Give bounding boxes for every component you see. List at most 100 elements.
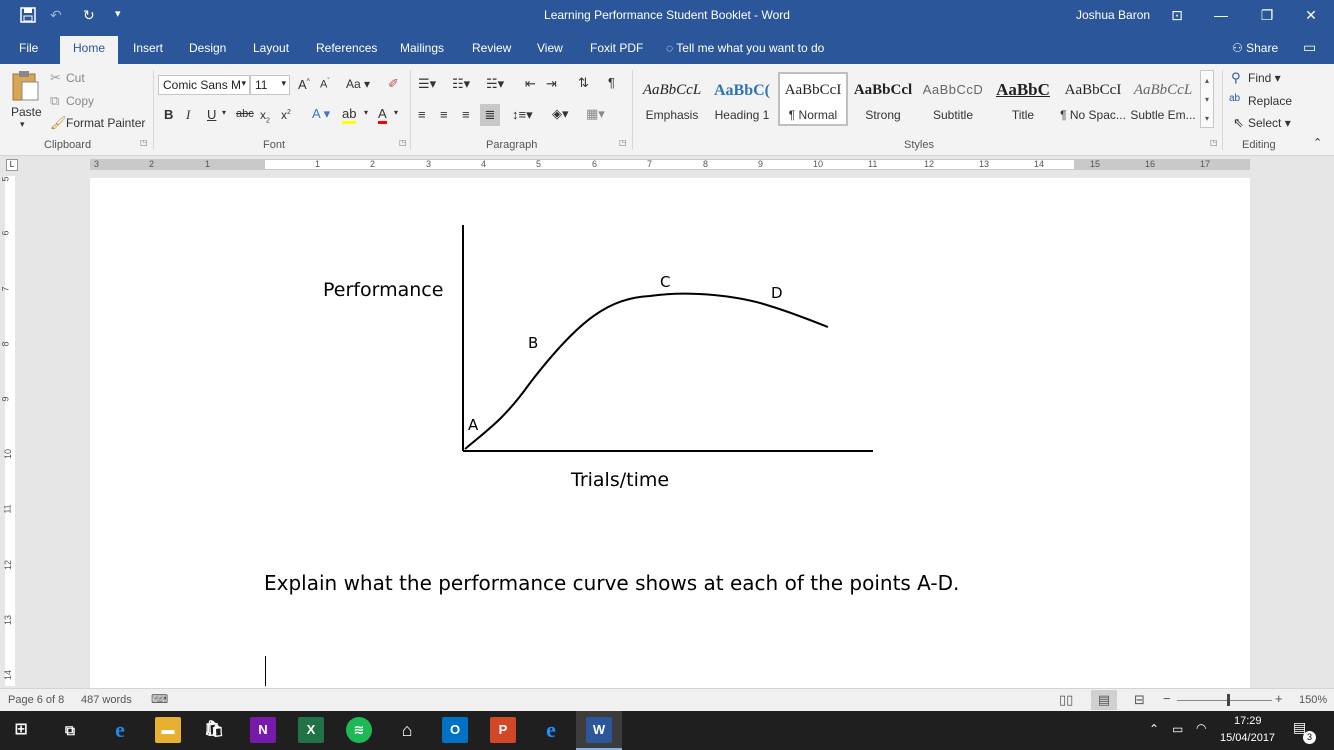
chevron-up-icon[interactable]: ⌃ [1149,722,1159,736]
chevron-down-icon[interactable]: ▾ [222,108,226,117]
print-layout-icon[interactable]: ▤ [1091,690,1117,710]
align-right-icon[interactable]: ≡ [462,107,470,122]
windows-start-icon[interactable]: ⊞ [8,717,34,743]
format-painter-button[interactable]: Format Painter [66,116,145,130]
wifi-icon[interactable]: ◠ [1196,721,1206,735]
outlook-icon[interactable]: O [442,717,468,743]
replace-button[interactable]: Replace [1248,94,1292,108]
style-emphasis[interactable]: AaBbCcL Emphasis [637,72,707,126]
tab-insert[interactable]: Insert [133,41,163,55]
edge-icon[interactable]: e [107,717,133,743]
bullets-icon[interactable]: ☰▾ [418,76,436,92]
share-button[interactable]: ⚇ Share [1232,41,1278,55]
sort-icon[interactable]: ⇅ [578,75,589,91]
shading-icon[interactable]: ◈▾ [552,106,569,122]
clock-date[interactable]: 15/04/2017 [1220,732,1275,744]
zoom-level[interactable]: 150% [1299,694,1327,706]
change-case-button[interactable]: Aa ▾ [346,77,370,91]
style-subtitle[interactable]: AaBbCcD Subtitle [918,72,988,126]
style-no-spacing[interactable]: AaBbCcI ¶ No Spac... [1058,72,1128,126]
tell-me-box[interactable]: ◌ Tell me what you want to do [666,41,824,55]
font-color-icon[interactable]: A [378,106,387,124]
find-button[interactable]: Find ▾ [1248,71,1281,85]
word-count[interactable]: 487 words [81,694,132,706]
dialog-launcher-icon[interactable]: ◳ [399,138,407,147]
store-icon[interactable]: 🛍 [201,717,227,743]
chevron-down-icon[interactable]: ▾ [364,108,368,117]
horizontal-ruler[interactable]: L 3 2 1 1 2 3 4 5 6 7 8 9 10 11 12 13 14 15 16 17 [0,157,1334,172]
tab-mailings[interactable]: Mailings [400,41,444,55]
grow-font-icon[interactable]: A^ [298,77,310,92]
ribbon-display-icon[interactable]: ⊡ [1154,0,1200,32]
task-view-icon[interactable]: ⧉ [57,717,83,743]
zoom-in-icon[interactable]: + [1275,691,1283,706]
show-formatting-icon[interactable]: ¶ [608,75,615,90]
dialog-launcher-icon[interactable]: ◳ [1210,138,1218,147]
italic-icon[interactable]: I [186,107,190,123]
shrink-font-icon[interactable]: Aˇ [320,78,330,91]
home-icon[interactable]: ⌂ [394,717,420,743]
style-normal[interactable]: AaBbCcI ¶ Normal [778,72,848,126]
select-button[interactable]: Select ▾ [1248,116,1291,130]
font-size-combo[interactable]: 11 ▾ [250,75,290,95]
chevron-down-icon[interactable]: ▾ [394,108,398,117]
tab-layout[interactable]: Layout [253,41,289,55]
multilevel-list-icon[interactable]: ☵▾ [486,76,504,92]
style-subtle-emphasis[interactable]: AaBbCcL Subtle Em... [1128,72,1198,126]
collapse-ribbon-icon[interactable]: ⌃ [1313,136,1322,149]
paste-dropdown-icon[interactable]: ▾ [20,119,25,130]
zoom-slider[interactable] [1177,700,1272,701]
onenote-icon[interactable]: N [250,717,276,743]
bold-icon[interactable]: B [164,107,173,122]
zoom-slider-thumb[interactable] [1227,694,1230,706]
clock-time[interactable]: 17:29 [1234,715,1262,727]
tab-references[interactable]: References [316,41,377,55]
superscript-icon[interactable]: x2 [281,108,291,122]
dialog-launcher-icon[interactable]: ◳ [619,138,627,147]
comments-icon[interactable]: ▭ [1303,39,1316,56]
tab-file[interactable]: File [19,41,38,55]
restore-icon[interactable]: ❐ [1244,0,1290,32]
excel-icon[interactable]: X [298,717,324,743]
tab-foxit-pdf[interactable]: Foxit PDF [590,41,643,55]
increase-indent-icon[interactable]: ⇥ [546,76,557,92]
word-taskbar-button[interactable]: W [576,711,622,750]
strikethrough-icon[interactable]: abc [236,108,254,120]
paste-button[interactable]: Paste [11,105,42,119]
battery-icon[interactable]: ▭ [1172,722,1183,736]
clear-formatting-icon[interactable]: ✐ [388,76,399,92]
read-mode-icon[interactable]: ▯▯ [1059,692,1073,708]
subscript-icon[interactable]: x2 [260,108,270,124]
cut-button[interactable]: Cut [66,71,85,85]
paste-icon[interactable] [10,70,42,104]
align-left-icon[interactable]: ≡ [418,107,426,122]
tab-review[interactable]: Review [472,41,511,55]
close-icon[interactable]: ✕ [1288,0,1334,32]
vertical-ruler[interactable]: 5 6 7 8 9 10 11 12 13 14 [0,172,18,688]
decrease-indent-icon[interactable]: ⇤ [525,76,536,92]
tab-home[interactable]: Home [60,36,119,64]
internet-explorer-icon[interactable]: e [538,717,564,743]
underline-icon[interactable]: U [207,107,216,122]
web-layout-icon[interactable]: ⊟ [1134,692,1145,708]
document-page[interactable]: Performance Trials/time A B C D Explain … [90,178,1250,688]
numbering-icon[interactable]: ☷▾ [452,76,470,92]
justify-icon[interactable]: ≣ [480,104,500,126]
tab-view[interactable]: View [537,41,563,55]
proofing-icon[interactable]: ⌨ [151,692,168,706]
tab-selector-icon[interactable]: L [6,159,18,171]
page-count[interactable]: Page 6 of 8 [8,694,64,706]
text-effects-icon[interactable]: A ▾ [312,106,330,122]
style-strong[interactable]: AaBbCcl Strong [848,72,918,126]
highlight-icon[interactable]: ab [342,106,357,124]
zoom-out-icon[interactable]: − [1163,691,1171,706]
spotify-icon[interactable]: ≋ [346,717,372,743]
file-explorer-icon[interactable]: ▬ [155,717,181,743]
styles-scroll[interactable]: ▴ ▾ ▾ [1200,70,1214,128]
user-name[interactable]: Joshua Baron [1076,8,1150,22]
line-spacing-icon[interactable]: ↕≡▾ [512,107,533,123]
style-title[interactable]: AaBbC Title [988,72,1058,126]
document-area[interactable]: Performance Trials/time A B C D Explain … [18,172,1334,688]
align-center-icon[interactable]: ≡ [440,107,448,122]
minimize-icon[interactable]: — [1198,0,1244,32]
